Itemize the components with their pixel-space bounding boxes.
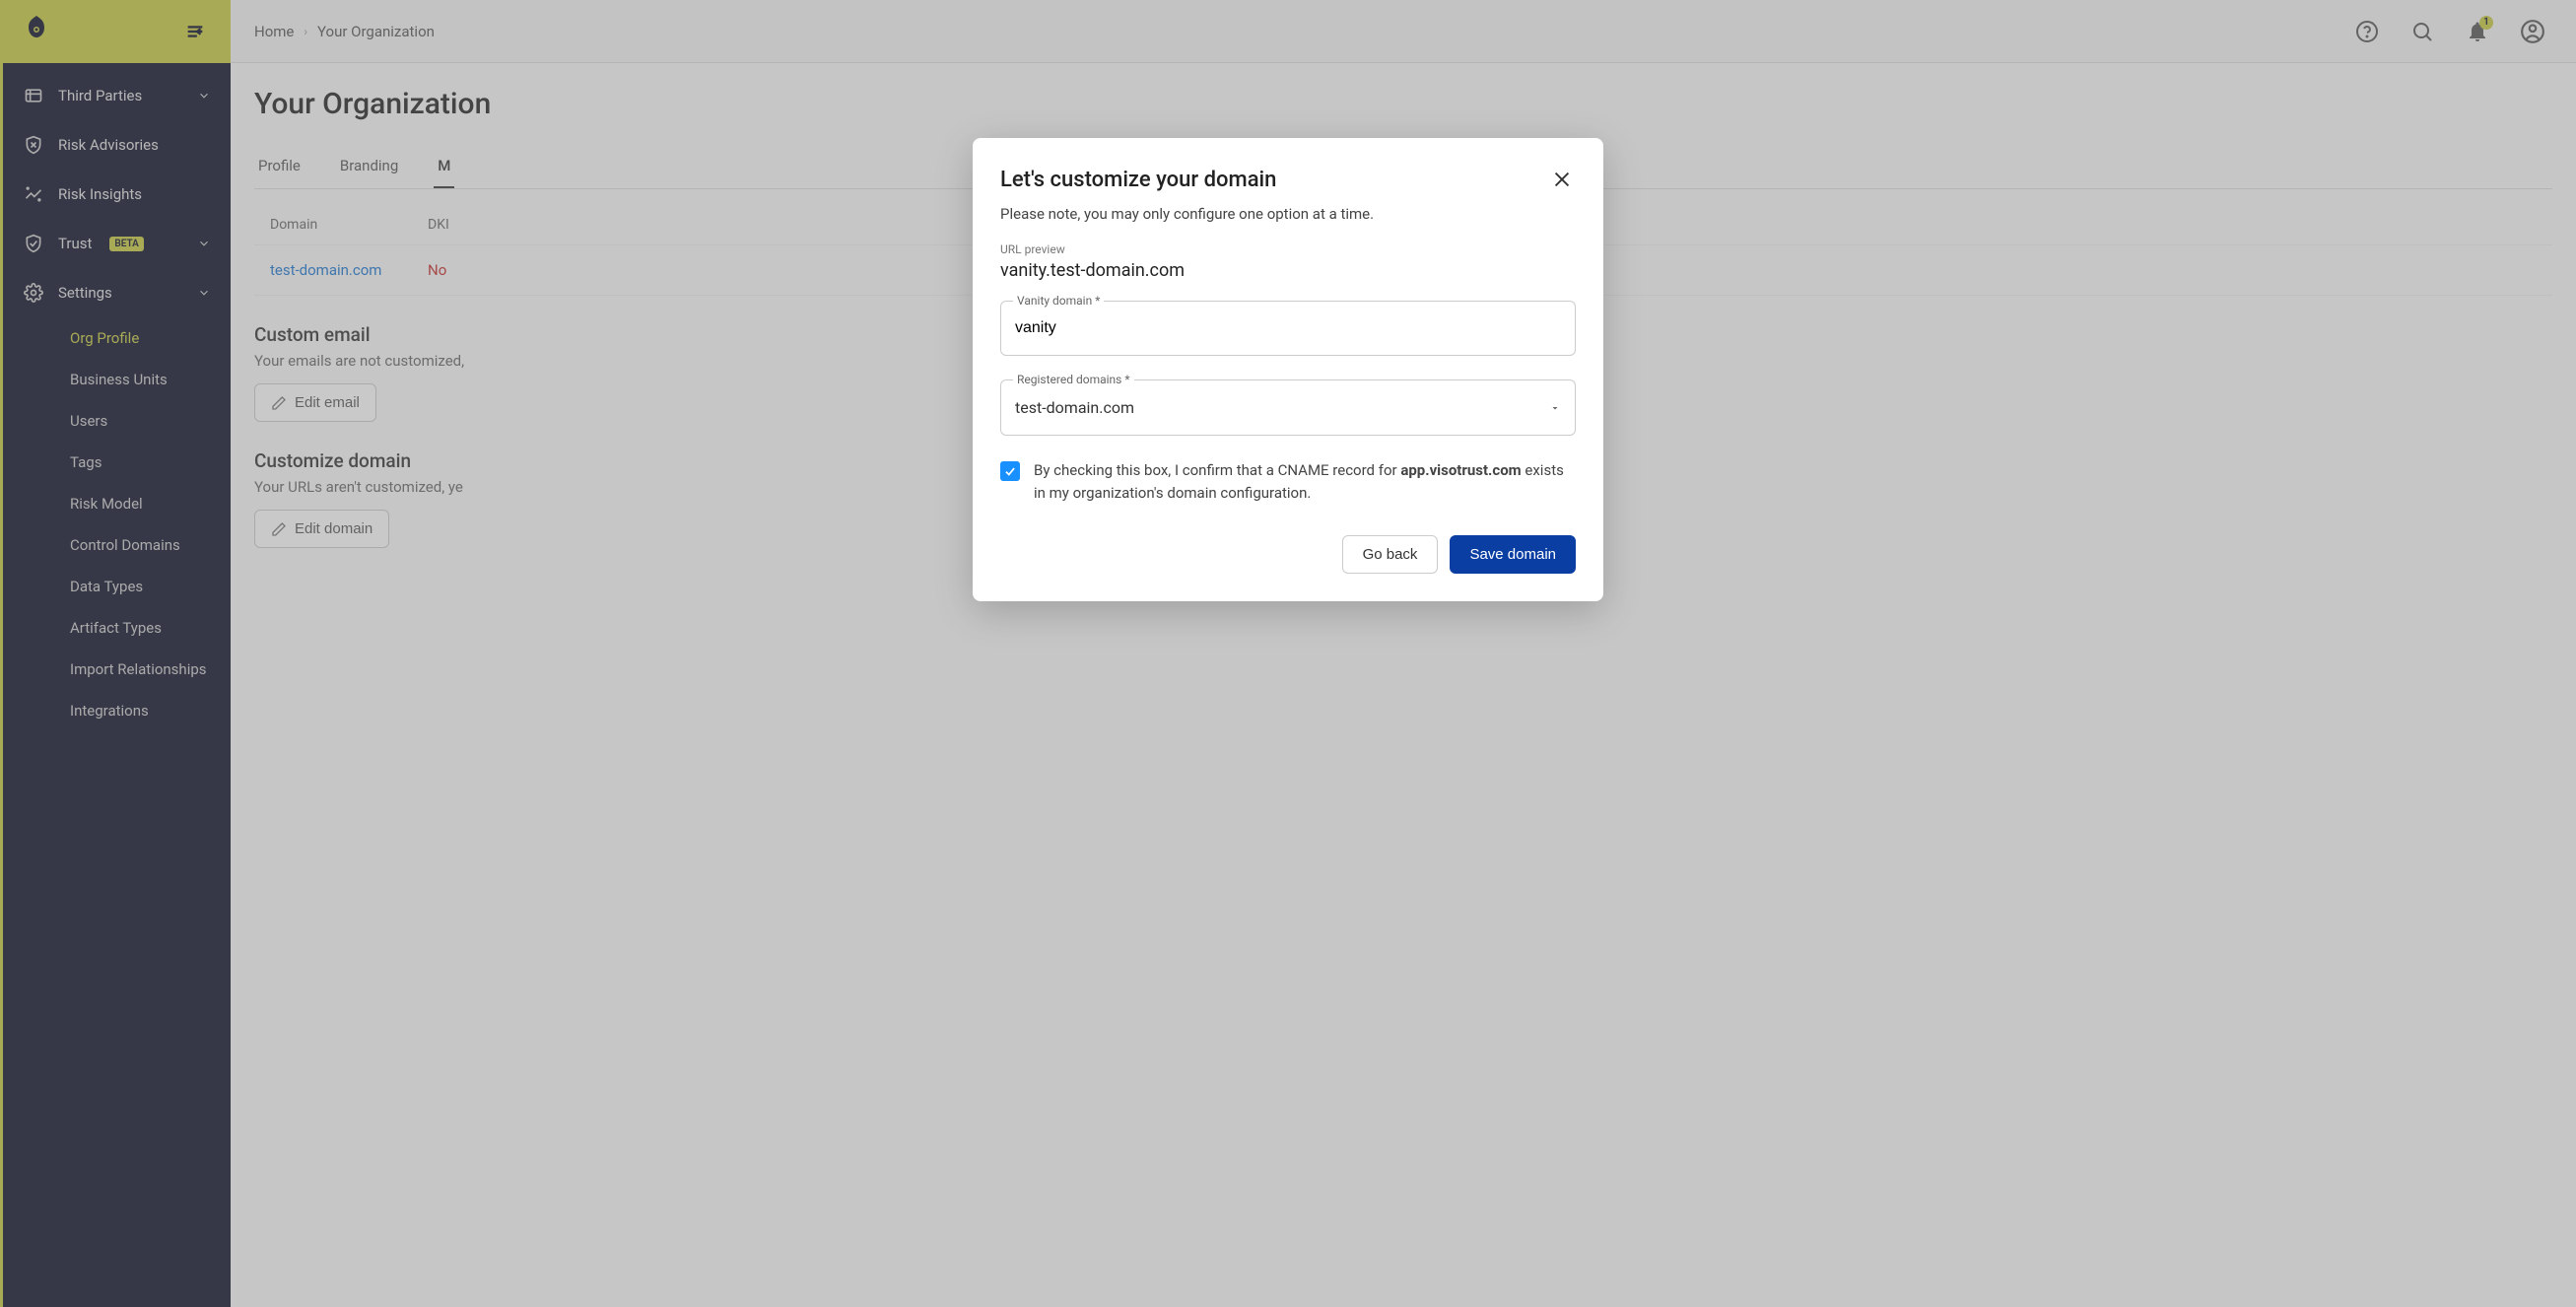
vanity-domain-field: Vanity domain * — [1000, 301, 1576, 356]
vanity-domain-input[interactable] — [1001, 302, 1575, 355]
registered-domains-field: Registered domains * test-domain.com — [1000, 379, 1576, 436]
customize-domain-modal: Let's customize your domain Please note,… — [973, 138, 1603, 601]
url-preview-label: URL preview — [1000, 242, 1576, 256]
cname-confirmation-row: By checking this box, I confirm that a C… — [1000, 459, 1576, 504]
modal-actions: Go back Save domain — [1000, 535, 1576, 574]
modal-note: Please note, you may only configure one … — [1000, 205, 1576, 223]
modal-header: Let's customize your domain — [1000, 166, 1576, 193]
modal-overlay[interactable]: Let's customize your domain Please note,… — [0, 0, 2576, 1307]
cname-checkbox[interactable] — [1000, 461, 1020, 481]
url-preview-value: vanity.test-domain.com — [1000, 260, 1576, 281]
field-label: Vanity domain * — [1013, 294, 1104, 308]
cname-text: By checking this box, I confirm that a C… — [1034, 459, 1576, 504]
registered-domains-select[interactable]: test-domain.com — [1001, 380, 1575, 435]
save-domain-button[interactable]: Save domain — [1450, 535, 1576, 574]
close-icon[interactable] — [1548, 166, 1576, 193]
field-label: Registered domains * — [1013, 373, 1134, 386]
go-back-button[interactable]: Go back — [1342, 535, 1439, 574]
modal-title: Let's customize your domain — [1000, 168, 1276, 192]
